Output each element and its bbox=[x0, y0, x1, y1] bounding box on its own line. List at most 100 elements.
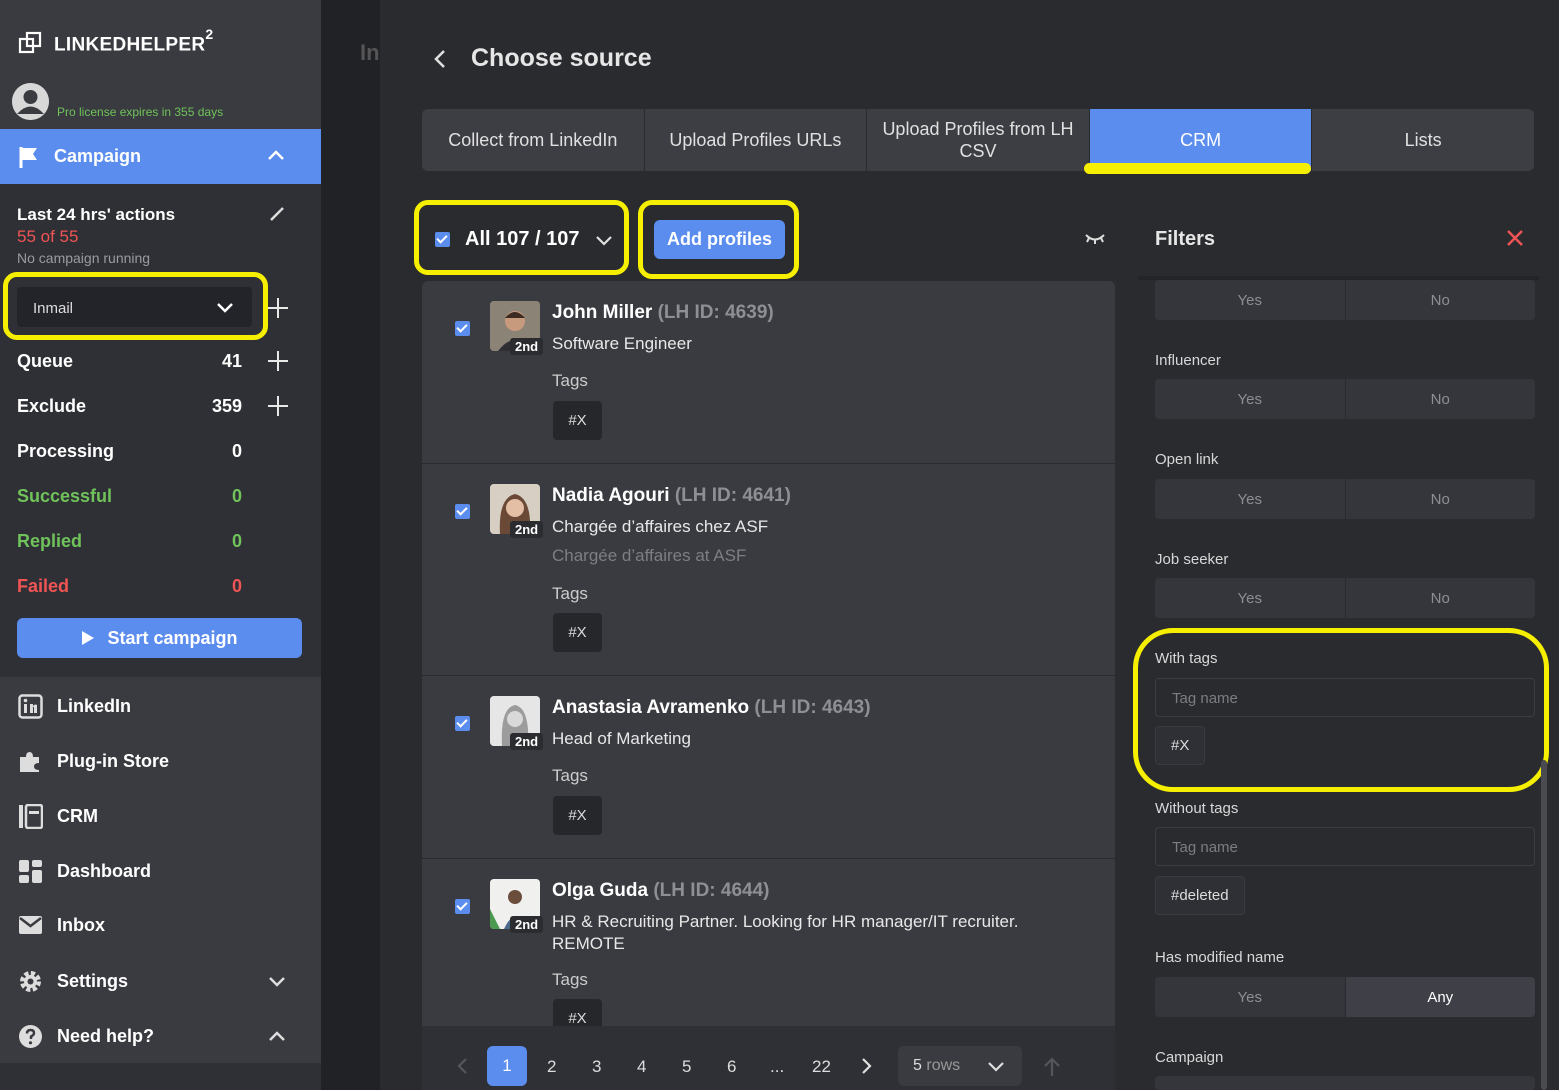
list-item[interactable]: 2nd Nadia Agouri (LH ID: 4641) Chargée d… bbox=[422, 464, 1115, 676]
nav-dashboard[interactable]: Dashboard bbox=[18, 859, 151, 884]
list-item[interactable]: 2nd John Miller (LH ID: 4639) Software E… bbox=[422, 281, 1115, 464]
nav-settings[interactable]: Settings bbox=[18, 969, 128, 994]
list-item[interactable]: 2nd Olga Guda (LH ID: 4644) HR & Recruit… bbox=[422, 859, 1115, 1026]
rows-label: rows bbox=[926, 1057, 961, 1074]
no-option[interactable]: No bbox=[1346, 479, 1536, 519]
edit-icon[interactable] bbox=[268, 205, 286, 223]
filters-scrollbar[interactable] bbox=[1541, 760, 1547, 1090]
tags-label: Tags bbox=[552, 970, 588, 989]
modified-name-label: Has modified name bbox=[1155, 949, 1285, 966]
yes-option[interactable]: Yes bbox=[1155, 280, 1346, 320]
nav-plugin-store[interactable]: Plug-in Store bbox=[18, 749, 169, 774]
campaign-filter-select[interactable] bbox=[1155, 1076, 1535, 1090]
hide-eye-icon[interactable] bbox=[1085, 232, 1105, 246]
stat-value: 359 bbox=[211, 396, 242, 416]
profile-subheadline: Chargée d’affaires at ASF bbox=[552, 546, 747, 565]
highlight-crm-tab bbox=[1084, 163, 1311, 174]
row-checkbox[interactable] bbox=[455, 321, 470, 336]
back-arrow-icon[interactable] bbox=[432, 48, 448, 70]
add-campaign-button[interactable] bbox=[268, 298, 288, 318]
no-option[interactable]: No bbox=[1346, 578, 1536, 618]
profile-headline: Head of Marketing bbox=[552, 729, 691, 748]
nav-label: Inbox bbox=[57, 914, 105, 935]
rows-value: 5 bbox=[913, 1057, 922, 1074]
tab-crm[interactable]: CRM bbox=[1089, 109, 1313, 171]
first-filter-toggle: Yes No bbox=[1155, 280, 1535, 320]
without-tags-input[interactable]: Tag name bbox=[1155, 827, 1535, 866]
add-exclude-button[interactable] bbox=[268, 396, 288, 416]
stat-queue[interactable]: Queue 41 bbox=[17, 351, 242, 372]
chevron-up-icon[interactable] bbox=[267, 149, 285, 161]
page-6[interactable]: 6 bbox=[727, 1057, 736, 1077]
nav-label: Settings bbox=[57, 971, 129, 991]
profile-name[interactable]: John Miller (LH ID: 4639) bbox=[552, 302, 774, 324]
stat-successful[interactable]: Successful 0 bbox=[17, 486, 242, 507]
page-4[interactable]: 4 bbox=[637, 1057, 646, 1077]
yes-option[interactable]: Yes bbox=[1155, 977, 1346, 1017]
modified-name-toggle: Yes Any bbox=[1155, 977, 1535, 1017]
stat-processing[interactable]: Processing 0 bbox=[17, 441, 242, 462]
page-22[interactable]: 22 bbox=[812, 1057, 831, 1077]
rows-per-page-select[interactable]: 5 rows bbox=[898, 1046, 1022, 1086]
page-5[interactable]: 5 bbox=[682, 1057, 691, 1077]
yes-option[interactable]: Yes bbox=[1155, 479, 1346, 519]
highlight-campaign-select bbox=[3, 272, 268, 340]
close-icon[interactable] bbox=[1506, 229, 1524, 247]
next-page-icon[interactable] bbox=[861, 1057, 873, 1075]
puzzle-icon bbox=[20, 752, 39, 772]
highlight-select-all bbox=[414, 200, 629, 275]
nav-linkedin[interactable]: LinkedIn bbox=[18, 694, 131, 719]
campaign-header[interactable]: Campaign bbox=[0, 129, 321, 184]
list-item[interactable]: 2nd Anastasia Avramenko (LH ID: 4643) He… bbox=[422, 676, 1115, 859]
nav-help[interactable]: Need help? bbox=[18, 1024, 154, 1049]
connection-degree: 2nd bbox=[510, 521, 544, 538]
without-tag-chip[interactable]: #deleted bbox=[1155, 876, 1245, 915]
chevron-down-icon[interactable] bbox=[268, 975, 286, 987]
profile-name[interactable]: Olga Guda (LH ID: 4644) bbox=[552, 880, 770, 902]
profile-lhid: (LH ID: 4641) bbox=[674, 485, 791, 506]
last-24-label: Last 24 hrs' actions bbox=[17, 205, 176, 224]
profile-lhid: (LH ID: 4639) bbox=[657, 302, 774, 323]
start-campaign-button[interactable]: Start campaign bbox=[17, 618, 302, 658]
stat-value: 0 bbox=[231, 576, 242, 596]
row-checkbox[interactable] bbox=[455, 716, 470, 731]
user-icon bbox=[12, 83, 49, 120]
stat-replied[interactable]: Replied 0 bbox=[17, 531, 242, 552]
actions-count: 55 of 55 bbox=[17, 227, 79, 246]
scroll-top-icon[interactable] bbox=[1043, 1056, 1061, 1078]
yes-option[interactable]: Yes bbox=[1155, 379, 1346, 419]
profile-lhid: (LH ID: 4643) bbox=[754, 697, 871, 718]
gear-icon bbox=[20, 971, 41, 992]
tab-lists[interactable]: Lists bbox=[1312, 109, 1534, 171]
prev-page-icon[interactable] bbox=[456, 1057, 468, 1075]
row-checkbox[interactable] bbox=[455, 504, 470, 519]
influencer-label: Influencer bbox=[1155, 352, 1221, 369]
stat-label: Queue bbox=[17, 351, 74, 371]
nav-inbox[interactable]: Inbox bbox=[18, 914, 105, 936]
tag-chip: #X bbox=[553, 796, 602, 835]
avatar[interactable] bbox=[12, 83, 49, 120]
nav-label: LinkedIn bbox=[57, 696, 132, 716]
no-option[interactable]: No bbox=[1346, 379, 1536, 419]
tab-collect-linkedin[interactable]: Collect from LinkedIn bbox=[422, 109, 645, 171]
stat-exclude[interactable]: Exclude 359 bbox=[17, 396, 242, 417]
no-option[interactable]: No bbox=[1346, 280, 1536, 320]
connection-degree: 2nd bbox=[510, 338, 544, 355]
nav-crm[interactable]: CRM bbox=[18, 804, 98, 829]
row-checkbox[interactable] bbox=[455, 899, 470, 914]
chevron-up-icon[interactable] bbox=[268, 1030, 286, 1042]
stat-failed[interactable]: Failed 0 bbox=[17, 576, 242, 597]
background-overlay bbox=[321, 0, 380, 1090]
page-2[interactable]: 2 bbox=[547, 1057, 556, 1077]
tab-upload-csv[interactable]: Upload Profiles from LH CSV bbox=[867, 109, 1090, 171]
profile-name[interactable]: Nadia Agouri (LH ID: 4641) bbox=[552, 485, 791, 507]
yes-option[interactable]: Yes bbox=[1155, 578, 1346, 618]
profile-name[interactable]: Anastasia Avramenko (LH ID: 4643) bbox=[552, 697, 871, 719]
sidebar-footer bbox=[0, 1063, 321, 1090]
page-1[interactable]: 1 bbox=[487, 1046, 527, 1086]
tab-upload-urls[interactable]: Upload Profiles URLs bbox=[645, 109, 868, 171]
any-option[interactable]: Any bbox=[1345, 977, 1535, 1017]
profile-headline: Software Engineer bbox=[552, 334, 692, 353]
page-3[interactable]: 3 bbox=[592, 1057, 601, 1077]
add-queue-button[interactable] bbox=[268, 351, 288, 371]
